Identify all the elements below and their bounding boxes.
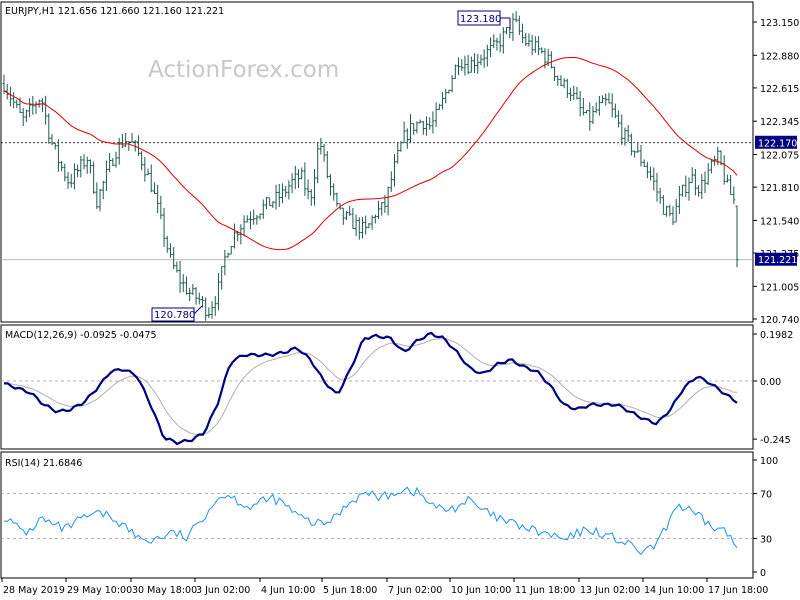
watermark: ActionForex.com bbox=[148, 57, 339, 83]
price-y-tick-label: 123.150 bbox=[760, 18, 799, 29]
x-tick-label: 13 Jun 02:00 bbox=[580, 585, 640, 596]
macd-y-tick-label: 0.00 bbox=[760, 377, 781, 388]
rsi-title: RSI(14) 21.6846 bbox=[5, 458, 82, 469]
macd-y-tick-label: 0.1982 bbox=[760, 330, 793, 341]
macd-panel-frame bbox=[0, 324, 754, 450]
price-panel-frame bbox=[0, 1, 754, 323]
low-annotation-label: 120.780 bbox=[154, 310, 195, 321]
macd-title: MACD(12,26,9) -0.0925 -0.0475 bbox=[5, 330, 157, 341]
rsi-y-tick-label: 0 bbox=[760, 568, 766, 579]
x-tick-label: 17 Jun 18:00 bbox=[708, 585, 768, 596]
rsi-y-tick-label: 30 bbox=[760, 534, 772, 545]
price-y-tick-label: 122.615 bbox=[760, 84, 799, 95]
price-y-tick-label: 122.345 bbox=[760, 117, 799, 128]
current-price-tag-label: 121.221 bbox=[758, 255, 797, 266]
chart-figure: ActionForex.com 123.180 120.780 123.150 12… bbox=[0, 1, 799, 596]
x-tick-label: 28 May 2019 bbox=[3, 585, 65, 596]
x-tick-label: 14 Jun 10:00 bbox=[644, 585, 704, 596]
price-y-tick-label: 121.540 bbox=[760, 216, 799, 227]
high-annotation-label: 123.180 bbox=[460, 14, 501, 25]
macd-y-tick-label: -0.245 bbox=[760, 435, 791, 446]
x-tick-label: 4 Jun 10:00 bbox=[261, 585, 315, 596]
rsi-y-tick-label: 70 bbox=[760, 490, 772, 501]
x-tick-label: 5 Jun 18:00 bbox=[323, 585, 377, 596]
rsi-y-tick-label: 100 bbox=[760, 456, 778, 467]
x-tick-label: 11 Jun 18:00 bbox=[515, 585, 575, 596]
x-tick-label: 30 May 18:00 bbox=[132, 585, 197, 596]
x-tick-label: 29 May 10:00 bbox=[67, 585, 132, 596]
price-y-tick-label: 121.005 bbox=[760, 282, 799, 293]
price-title: EURJPY,H1 121.656 121.660 121.160 121.22… bbox=[5, 6, 224, 17]
price-y-tick-label: 121.810 bbox=[760, 183, 799, 194]
level-price-tag-label: 122.170 bbox=[758, 138, 797, 149]
x-tick-label: 7 Jun 02:00 bbox=[388, 585, 442, 596]
rsi-panel-frame bbox=[0, 451, 754, 579]
price-y-tick-label: 120.740 bbox=[760, 315, 799, 326]
x-tick-label: 3 Jun 02:00 bbox=[196, 585, 250, 596]
price-y-tick-label: 122.075 bbox=[760, 150, 799, 161]
x-tick-label: 10 Jun 10:00 bbox=[451, 585, 511, 596]
price-y-tick-label: 122.880 bbox=[760, 51, 799, 62]
